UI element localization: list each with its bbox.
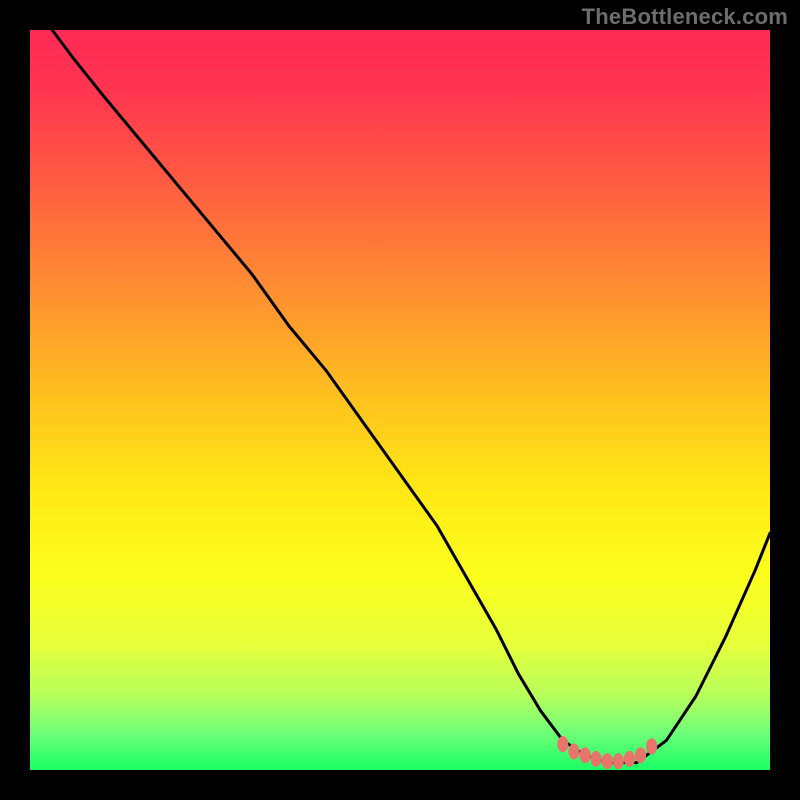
- marker-dot: [646, 738, 657, 754]
- chart-frame: TheBottleneck.com: [0, 0, 800, 800]
- bottleneck-chart: [0, 0, 800, 800]
- marker-dot: [568, 744, 579, 760]
- watermark-text: TheBottleneck.com: [582, 4, 788, 30]
- marker-dot: [624, 751, 635, 767]
- marker-dot: [591, 751, 602, 767]
- marker-dot: [635, 747, 646, 763]
- marker-dot: [579, 747, 590, 763]
- marker-dot: [557, 736, 568, 752]
- marker-dot: [613, 753, 624, 769]
- marker-dot: [602, 753, 613, 769]
